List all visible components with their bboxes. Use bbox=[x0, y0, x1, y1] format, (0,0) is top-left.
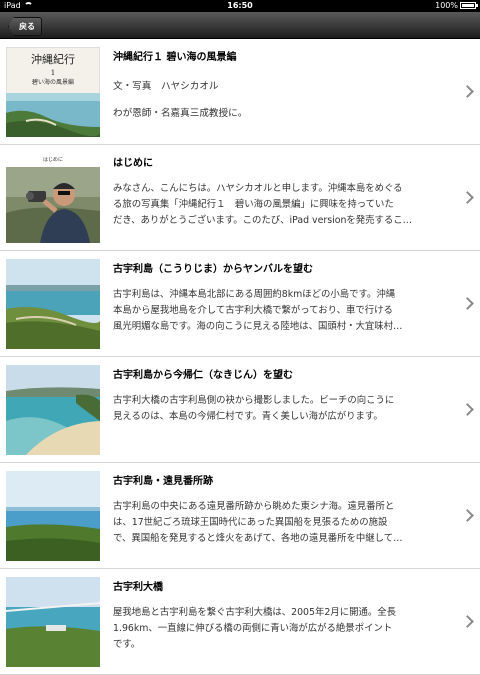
list-item[interactable]: 古宇利大橋 屋我地島と古宇利島を繋ぐ古宇利大橋は、2005年2月に開通。全長 1… bbox=[0, 569, 480, 675]
item-description: 屋我地島と古宇利島を繋ぐ古宇利大橋は、2005年2月に開通。全長 1.96km、… bbox=[113, 605, 467, 653]
item-description: みなさん、こんにちは。ハヤシカオルと申します。沖縄本島をめぐる る旅の写真集「沖… bbox=[113, 181, 467, 229]
cover-subtitle: 碧い海の風景編 bbox=[32, 78, 74, 86]
photo-thumbnail bbox=[6, 365, 100, 455]
photo-thumbnail: はじめに bbox=[6, 153, 100, 243]
item-description: 古宇利島は、沖縄本島北部にある周囲約8kmほどの小島です。沖縄 本島から屋我地島… bbox=[113, 287, 467, 335]
battery-icon bbox=[460, 2, 478, 9]
clock: 16:50 bbox=[227, 1, 253, 10]
item-title: 古宇利島・遠見番所跡 bbox=[113, 476, 213, 487]
list-item[interactable]: 古宇利島（こうりじま）からヤンバルを望む 古宇利島は、沖縄本島北部にある周囲約8… bbox=[0, 251, 480, 357]
description-line: わが恩師・名嘉真三成教授に。 bbox=[113, 108, 248, 119]
item-title: 古宇利島（こうりじま）からヤンバルを望む bbox=[113, 264, 313, 275]
photo-thumbnail bbox=[6, 259, 100, 349]
description-line: 1.96km、一直線に伸びる橋の両側に青い海が広がる絶景ポイント bbox=[113, 623, 393, 634]
item-title: はじめに bbox=[113, 158, 153, 169]
list-item[interactable]: 沖縄紀行 1 碧い海の風景編 沖縄紀行１ 碧い海の風景編 文・写真 ハヤシカオル… bbox=[0, 39, 480, 145]
item-title: 古宇利大橋 bbox=[113, 582, 163, 593]
description-line: 屋我地島と古宇利島を繋ぐ古宇利大橋は、2005年2月に開通。全長 bbox=[113, 607, 396, 618]
cover-number: 1 bbox=[51, 69, 55, 77]
book-cover-thumbnail: 沖縄紀行 1 碧い海の風景編 bbox=[6, 47, 100, 137]
chapter-list: 沖縄紀行 1 碧い海の風景編 沖縄紀行１ 碧い海の風景編 文・写真 ハヤシカオル… bbox=[0, 39, 480, 675]
status-bar: iPad 16:50 100% bbox=[0, 0, 480, 12]
photo-thumbnail bbox=[6, 577, 100, 667]
item-description: 古宇利大橋の古宇利島側の袂から撮影しました。ビーチの向こうに 見えるのは、本島の… bbox=[113, 393, 467, 441]
description-line: 見えるのは、本島の今帰仁村です。青く美しい海が広がります。 bbox=[113, 411, 383, 422]
description-line: 本島から屋我地島を介して古宇利大橋で繋がっており、車で行ける bbox=[113, 305, 393, 316]
description-line: 風光明媚な島です。海の向こうに見える陸地は、国頭村・大宜味村… bbox=[113, 321, 403, 332]
photo-thumbnail bbox=[6, 471, 100, 561]
list-item[interactable]: 古宇利島から今帰仁（なきじん）を望む 古宇利大橋の古宇利島側の袂から撮影しました… bbox=[0, 357, 480, 463]
list-item[interactable]: 古宇利島・遠見番所跡 古宇利島の中央にある遠見番所跡から眺めた東シナ海。遠見番所… bbox=[0, 463, 480, 569]
navigation-bar: 戻る bbox=[0, 12, 480, 39]
description-line: 古宇利島は、沖縄本島北部にある周囲約8kmほどの小島です。沖縄 bbox=[113, 289, 396, 300]
description-line: で、異国船を発見すると烽火をあげて、各地の遠見番所を中継して… bbox=[113, 533, 403, 544]
description-line: は、17世紀ごろ琉球王国時代にあった異国船を見張るための施設 bbox=[113, 517, 388, 528]
item-description: 古宇利島の中央にある遠見番所跡から眺めた東シナ海。遠見番所と は、17世紀ごろ琉… bbox=[113, 499, 467, 547]
thumbnail-caption: はじめに bbox=[43, 157, 63, 163]
item-title: 古宇利島から今帰仁（なきじん）を望む bbox=[113, 370, 293, 381]
description-line: 文・写真 ハヤシカオル bbox=[113, 81, 219, 92]
battery-indicator: 100% bbox=[435, 0, 478, 12]
item-description: 文・写真 ハヤシカオル わが恩師・名嘉真三成教授に。 bbox=[113, 73, 467, 133]
item-title: 沖縄紀行１ 碧い海の風景編 bbox=[113, 52, 237, 63]
description-line: です。 bbox=[113, 639, 141, 650]
description-line: みなさん、こんにちは。ハヤシカオルと申します。沖縄本島をめぐる bbox=[113, 183, 403, 194]
description-line: だき、ありがとうございます。このたび、iPad versionを発売するこ… bbox=[113, 215, 413, 226]
cover-title: 沖縄紀行 bbox=[31, 52, 75, 66]
description-line: 古宇利島の中央にある遠見番所跡から眺めた東シナ海。遠見番所と bbox=[113, 501, 395, 512]
back-button[interactable]: 戻る bbox=[8, 17, 42, 36]
description-line: る旅の写真集「沖縄紀行１ 碧い海の風景編」に興味を持っていた bbox=[113, 199, 394, 210]
description-line: 古宇利大橋の古宇利島側の袂から撮影しました。ビーチの向こうに bbox=[113, 395, 395, 406]
list-item[interactable]: はじめに はじめに みなさん、こんにちは。ハヤシカオルと申します。沖縄本島をめぐ… bbox=[0, 145, 480, 251]
